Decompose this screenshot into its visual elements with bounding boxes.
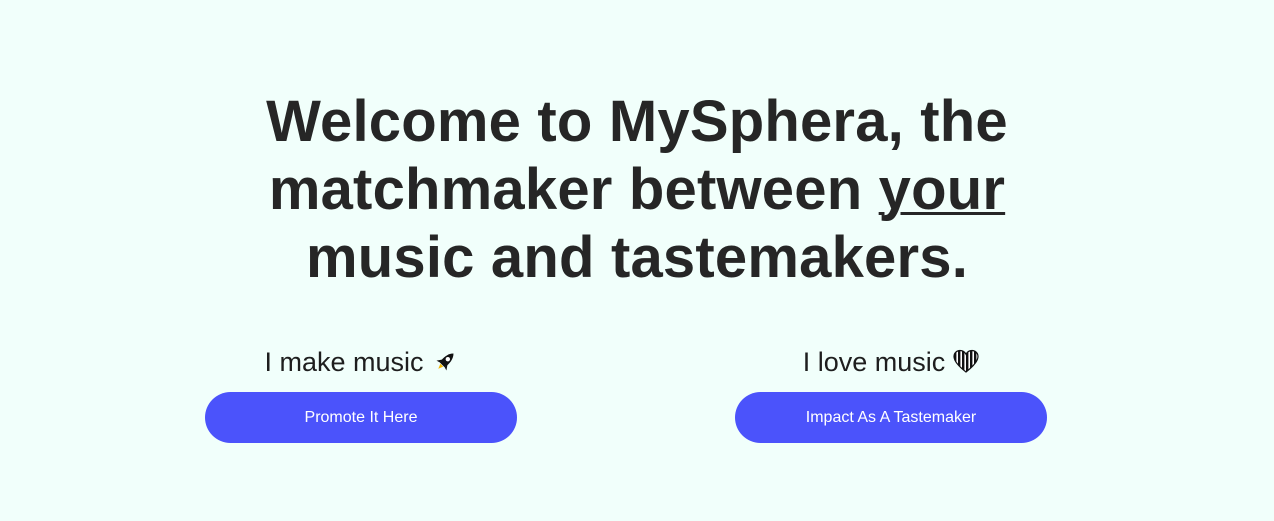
tastemaker-heading-text: I love music: [802, 347, 946, 377]
artist-heading-text: I make music: [264, 347, 424, 377]
hero-title: Welcome to MySphera, the matchmaker betw…: [0, 88, 1274, 292]
hero-emphasis: your: [878, 157, 1006, 222]
tastemaker-button[interactable]: Impact As A Tastemaker: [735, 392, 1047, 443]
promote-button[interactable]: Promote It Here: [205, 392, 517, 443]
hero-line-3: music and tastemakers.: [305, 225, 969, 290]
hero-line-2: matchmaker between your: [0, 156, 1274, 224]
artist-heading: I make music: [205, 344, 517, 380]
tastemaker-heading: I love music: [735, 344, 1047, 380]
hero-line-1: Welcome to MySphera, the: [266, 89, 1008, 154]
heart-icon: [953, 349, 979, 375]
hero-line-2-text: matchmaker between: [268, 157, 879, 222]
artist-cta: I make music Promote It Here: [205, 344, 517, 443]
rocket-icon: [432, 349, 458, 375]
tastemaker-cta: I love music Impact As A Tastemaker: [735, 344, 1047, 443]
